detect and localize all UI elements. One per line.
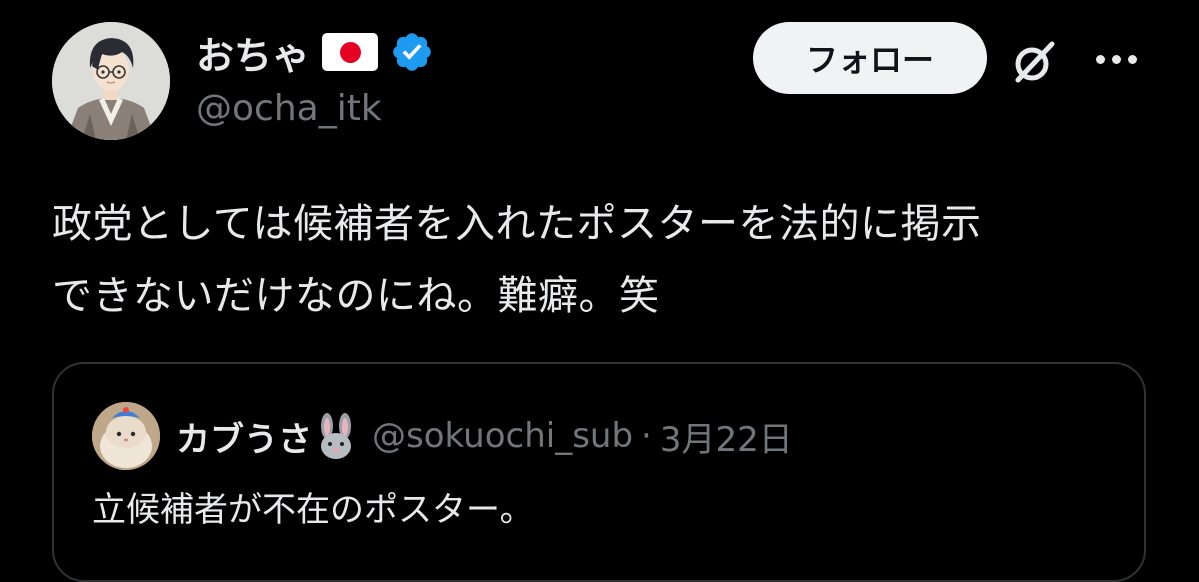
more-dot	[1128, 54, 1137, 64]
quoted-separator: ·	[641, 416, 652, 456]
hamster-avatar-illustration	[92, 402, 160, 470]
more-dot	[1112, 54, 1121, 64]
quoted-header: カブうさ @sokuochi_sub · 3月22日	[176, 408, 793, 464]
author-display-name[interactable]: おちゃ	[196, 25, 310, 80]
quoted-tweet-text: 立候補者が不在のポスター。	[92, 490, 534, 530]
more-dot	[1096, 54, 1105, 64]
more-options-icon[interactable]	[1096, 52, 1144, 66]
quoted-author-avatar[interactable]	[92, 402, 160, 470]
quoted-handle[interactable]: @sokuochi_sub	[372, 416, 633, 456]
tweet-text: 政党としては候補者を入れたポスターを法的に掲示 できないだけなのにね。難癖。笑	[52, 188, 1172, 332]
follow-button[interactable]: フォロー	[753, 22, 987, 94]
quoted-tweet-card[interactable]: カブうさ @sokuochi_sub · 3月22日 立候補者が不在のポスター。	[52, 362, 1146, 582]
rabbit-face-icon	[321, 413, 351, 459]
author-handle[interactable]: @ocha_itk	[196, 88, 382, 129]
japan-flag-icon	[322, 33, 379, 71]
tweet-text-line: できないだけなのにね。難癖。笑	[52, 273, 660, 319]
author-avatar-illustration	[52, 22, 170, 140]
author-name-row: おちゃ	[196, 24, 434, 80]
author-avatar[interactable]	[52, 22, 170, 140]
quoted-display-name[interactable]: カブうさ	[176, 412, 312, 461]
quoted-date[interactable]: 3月22日	[660, 412, 793, 461]
grok-icon[interactable]	[1010, 38, 1058, 86]
verified-badge-icon[interactable]	[390, 30, 434, 74]
tweet-text-line: 政党としては候補者を入れたポスターを法的に掲示	[52, 201, 982, 247]
